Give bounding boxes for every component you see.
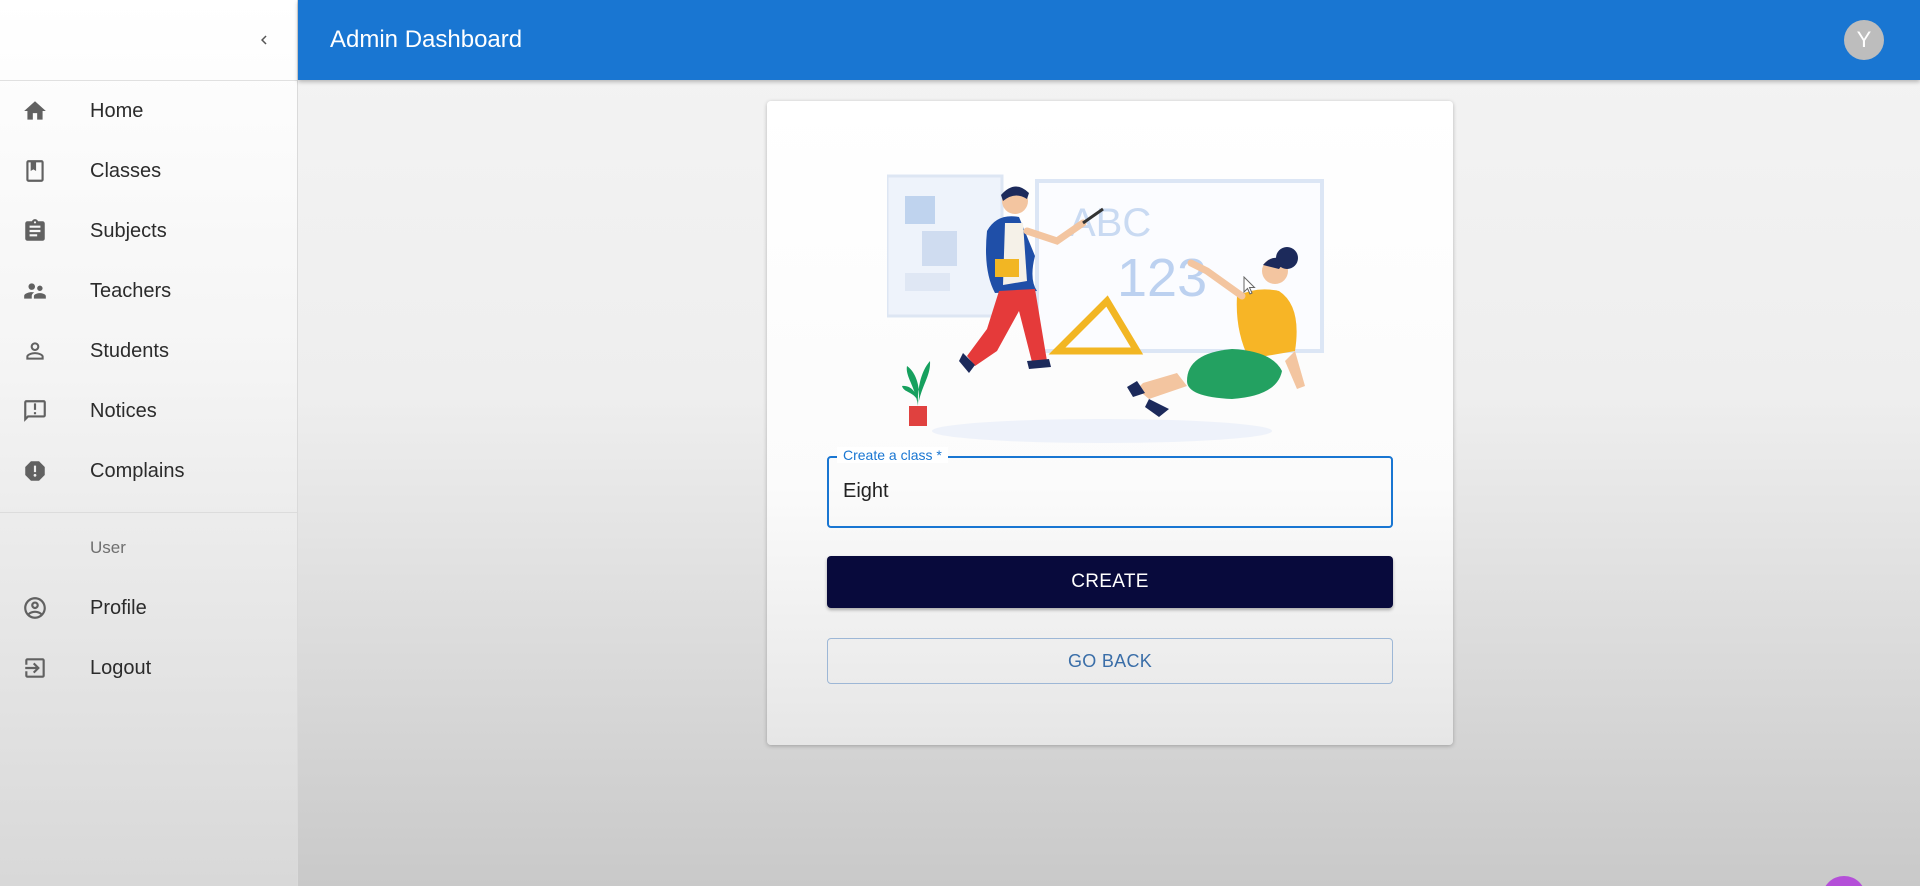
- sidebar-divider: [0, 512, 297, 513]
- avatar[interactable]: Y: [1844, 20, 1884, 60]
- sidebar-item-home[interactable]: Home: [0, 81, 297, 141]
- student-skirt: [1187, 349, 1282, 399]
- create-class-field: Create a class *: [827, 447, 1393, 528]
- student-leg: [1137, 373, 1187, 399]
- clipboard-icon: [21, 217, 49, 245]
- board-text-123: 123: [1117, 248, 1207, 308]
- user-nav: Profile Logout: [0, 578, 297, 698]
- alert-icon: [21, 457, 49, 485]
- student-shoe: [1127, 381, 1145, 397]
- supervisor-icon: [21, 277, 49, 305]
- sidebar-item-subjects[interactable]: Subjects: [0, 201, 297, 261]
- sidebar-item-logout[interactable]: Logout: [0, 638, 297, 698]
- floating-action-badge[interactable]: [1822, 876, 1866, 886]
- sidebar-item-classes[interactable]: Classes: [0, 141, 297, 201]
- plant-leaves: [902, 361, 931, 406]
- sidebar-item-teachers[interactable]: Teachers: [0, 261, 297, 321]
- logout-icon: [21, 654, 49, 682]
- sidebar-item-label: Profile: [90, 596, 147, 619]
- collapse-sidebar-button[interactable]: [248, 24, 280, 56]
- go-back-button[interactable]: GO BACK: [827, 638, 1393, 684]
- sidebar-item-label: Home: [90, 99, 144, 122]
- chevron-left-icon: [261, 35, 267, 45]
- sidebar-item-label: Notices: [90, 399, 157, 422]
- sidebar-toolbar: [0, 0, 297, 81]
- floor-shadow: [932, 419, 1272, 443]
- note-card: [905, 196, 935, 224]
- student-shirt: [1236, 289, 1297, 359]
- sidebar-item-label: Logout: [90, 656, 152, 679]
- account-circle-icon: [21, 594, 49, 622]
- sidebar-item-label: Complains: [90, 459, 185, 482]
- sidebar-item-label: Students: [90, 339, 169, 362]
- create-button[interactable]: CREATE: [827, 556, 1393, 608]
- sidebar-section-label: User: [90, 538, 126, 557]
- sidebar-item-complains[interactable]: Complains: [0, 441, 297, 501]
- page-title: Admin Dashboard: [330, 26, 523, 53]
- note-card: [922, 231, 957, 266]
- sidebar-item-profile[interactable]: Profile: [0, 578, 297, 638]
- mouse-cursor-icon: [1243, 276, 1256, 295]
- teacher-shoe: [1027, 359, 1051, 369]
- sidebar-item-label: Classes: [90, 159, 162, 182]
- sidebar: Home Classes Subjects Teachers Students …: [0, 0, 298, 886]
- note-card: [905, 273, 950, 291]
- teacher-book: [995, 259, 1019, 277]
- plant-pot: [909, 406, 927, 426]
- create-class-input[interactable]: [843, 480, 1373, 503]
- sidebar-item-students[interactable]: Students: [0, 321, 297, 381]
- student-arm-rest: [1285, 351, 1305, 389]
- create-class-card: ABC 123 Create a class * Eight CREATE GO…: [767, 101, 1453, 745]
- home-icon: [21, 97, 49, 125]
- app-root: Home Classes Subjects Teachers Students …: [0, 0, 1920, 886]
- app-bar: Admin Dashboard Y: [298, 0, 1920, 80]
- class-book-icon: [21, 157, 49, 185]
- person-icon: [21, 337, 49, 365]
- sidebar-item-label: Teachers: [90, 279, 172, 302]
- student-shoe: [1145, 399, 1169, 417]
- sidebar-item-notices[interactable]: Notices: [0, 381, 297, 441]
- sidebar-item-label: Subjects: [90, 219, 167, 242]
- classroom-illustration: ABC 123: [887, 174, 1324, 443]
- main-nav: Home Classes Subjects Teachers Students …: [0, 81, 297, 501]
- announcement-icon: [21, 397, 49, 425]
- create-class-field-label: Create a class *: [837, 447, 948, 463]
